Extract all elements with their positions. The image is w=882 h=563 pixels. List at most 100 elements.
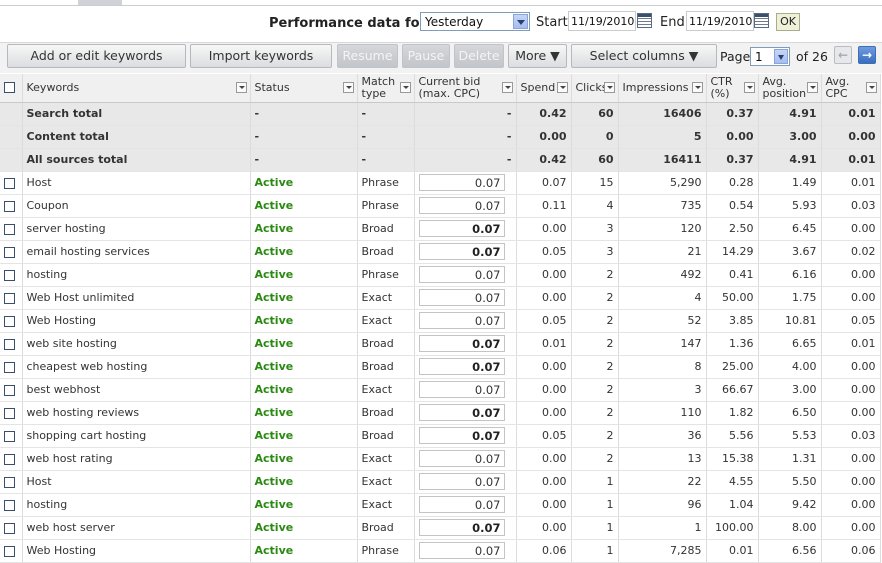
bid-input[interactable]: 0.07 <box>418 197 505 214</box>
calendar-icon[interactable] <box>637 13 652 28</box>
column-menu-icon[interactable] <box>743 82 755 93</box>
impressions-cell: 147 <box>618 332 707 356</box>
column-menu-icon[interactable] <box>691 82 703 93</box>
bid-input[interactable]: 0.07 <box>418 473 505 490</box>
summary-bid: - <box>414 125 517 149</box>
add-edit-keywords-button[interactable]: Add or edit keywords <box>7 44 186 68</box>
bid-input[interactable]: 0.07 <box>418 542 505 559</box>
bid-input[interactable]: 0.07 <box>418 220 505 237</box>
row-checkbox[interactable] <box>4 200 15 212</box>
bid-input[interactable]: 0.07 <box>418 335 505 352</box>
bid-input[interactable]: 0.07 <box>418 519 505 536</box>
calendar-icon[interactable] <box>754 13 769 28</box>
chevron-down-icon[interactable] <box>774 49 788 64</box>
row-checkbox[interactable] <box>4 315 15 327</box>
table-row[interactable]: Coupon Active Phrase 0.07 0.11 4 735 0.54 5.93 0.… <box>0 194 881 218</box>
row-checkbox[interactable] <box>4 476 15 488</box>
col-avg-position[interactable]: Avg. position <box>758 74 822 103</box>
col-match-type[interactable]: Match type <box>357 74 415 103</box>
summary-avg-cpc: 0.01 <box>821 148 881 172</box>
page-select[interactable]: 1 <box>750 47 790 66</box>
row-checkbox[interactable] <box>4 246 15 258</box>
row-select-cell <box>0 493 23 517</box>
table-row[interactable]: Host Active Exact 0.07 0.00 1 22 4.55 5.50 0.00 <box>0 470 881 494</box>
sort-down-icon[interactable] <box>603 82 615 93</box>
match-type-cell: Broad <box>357 240 415 264</box>
delete-button[interactable]: Delete <box>454 44 504 68</box>
bid-input[interactable]: 0.07 <box>418 450 505 467</box>
date-range-select[interactable]: Yesterday <box>420 12 530 31</box>
table-row[interactable]: Web Hosting Active Phrase 0.07 0.06 1 7,285 0.0… <box>0 539 881 563</box>
row-checkbox[interactable] <box>4 177 15 189</box>
table-row[interactable]: Web Hosting Active Exact 0.07 0.05 2 52 3.85 10.… <box>0 309 881 333</box>
row-checkbox[interactable] <box>4 361 15 373</box>
row-checkbox[interactable] <box>4 223 15 235</box>
status-cell: Active <box>250 194 358 218</box>
table-row[interactable]: Host Active Phrase 0.07 0.07 15 5,290 0.28 1.49 0… <box>0 171 881 195</box>
column-menu-icon[interactable] <box>501 82 513 93</box>
bid-input[interactable]: 0.07 <box>418 174 505 191</box>
col-spend[interactable]: Spend <box>516 74 572 103</box>
row-checkbox[interactable] <box>4 338 15 350</box>
table-row[interactable]: cheapest web hosting Active Broad 0.07 0.00 2… <box>0 355 881 379</box>
col-avg-cpc[interactable]: Avg. CPC <box>821 74 881 103</box>
column-menu-icon[interactable] <box>806 82 818 93</box>
bid-input[interactable]: 0.07 <box>418 289 505 306</box>
column-menu-icon[interactable] <box>865 82 877 93</box>
col-current-bid[interactable]: Current bid (max. CPC) <box>414 74 517 103</box>
table-row[interactable]: best webhost Active Exact 0.07 0.00 2 3 66.67 3.… <box>0 378 881 402</box>
table-row[interactable]: shopping cart hosting Active Broad 0.07 0.05… <box>0 424 881 448</box>
row-checkbox[interactable] <box>4 499 15 511</box>
bid-input[interactable]: 0.07 <box>418 381 505 398</box>
bid-input[interactable]: 0.07 <box>418 404 505 421</box>
row-checkbox[interactable] <box>4 384 15 396</box>
select-all-checkbox[interactable] <box>4 82 15 94</box>
col-keywords[interactable]: Keywords <box>22 74 251 103</box>
table-row[interactable]: hosting Active Phrase 0.07 0.00 2 492 0.41 6.16 0… <box>0 263 881 287</box>
column-menu-icon[interactable] <box>235 82 247 93</box>
col-ctr[interactable]: CTR (%) <box>706 74 759 103</box>
ctr-cell: 66.67 <box>706 378 759 402</box>
bid-input[interactable]: 0.07 <box>418 243 505 260</box>
select-columns-button[interactable]: Select columns ▼ <box>571 44 717 68</box>
table-row[interactable]: web host rating Active Exact 0.07 0.00 2 13 15.… <box>0 447 881 471</box>
col-clicks[interactable]: Clicks <box>571 74 619 103</box>
col-impressions[interactable]: Impressions <box>618 74 707 103</box>
bid-input[interactable]: 0.07 <box>418 496 505 513</box>
more-button[interactable]: More ▼ <box>508 44 567 68</box>
table-row[interactable]: web host server Active Broad 0.07 0.00 1 1 100.… <box>0 516 881 540</box>
table-row[interactable]: web site hosting Active Broad 0.07 0.01 2 147 1… <box>0 332 881 356</box>
row-checkbox[interactable] <box>4 430 15 442</box>
ok-button[interactable]: OK <box>776 13 800 31</box>
resume-button[interactable]: Resume <box>337 44 398 68</box>
bid-input[interactable]: 0.07 <box>418 427 505 444</box>
import-keywords-button[interactable]: Import keywords <box>190 44 332 68</box>
pause-button[interactable]: Pause <box>402 44 450 68</box>
column-menu-icon[interactable] <box>399 82 411 93</box>
chevron-down-icon[interactable] <box>513 14 528 29</box>
row-checkbox[interactable] <box>4 269 15 281</box>
start-date-input[interactable]: 11/19/2010 <box>568 11 636 31</box>
table-row[interactable]: hosting Active Exact 0.07 0.00 1 96 1.04 9.42 0.0… <box>0 493 881 517</box>
row-checkbox[interactable] <box>4 522 15 534</box>
column-menu-icon[interactable] <box>342 82 354 93</box>
col-status[interactable]: Status <box>250 74 358 103</box>
row-checkbox[interactable] <box>4 453 15 465</box>
column-menu-icon[interactable] <box>556 82 568 93</box>
previous-page-icon[interactable]: ← <box>834 46 852 64</box>
bid-input[interactable]: 0.07 <box>418 266 505 283</box>
table-row[interactable]: web hosting reviews Active Broad 0.07 0.00 2 1… <box>0 401 881 425</box>
row-checkbox[interactable] <box>4 545 15 557</box>
table-row[interactable]: email hosting services Active Broad 0.07 0.0… <box>0 240 881 264</box>
table-row[interactable]: Web Host unlimited Active Exact 0.07 0.00 2 4 5… <box>0 286 881 310</box>
row-checkbox[interactable] <box>4 292 15 304</box>
next-page-icon[interactable]: → <box>858 46 876 64</box>
spend-cell: 0.05 <box>516 240 572 264</box>
table-row[interactable]: server hosting Active Broad 0.07 0.00 3 120 2.5… <box>0 217 881 241</box>
bid-input[interactable]: 0.07 <box>418 312 505 329</box>
impressions-cell: 13 <box>618 447 707 471</box>
match-type-cell: Exact <box>357 493 415 517</box>
end-date-input[interactable]: 11/19/2010 <box>686 11 754 31</box>
row-checkbox[interactable] <box>4 407 15 419</box>
bid-input[interactable]: 0.07 <box>418 358 505 375</box>
